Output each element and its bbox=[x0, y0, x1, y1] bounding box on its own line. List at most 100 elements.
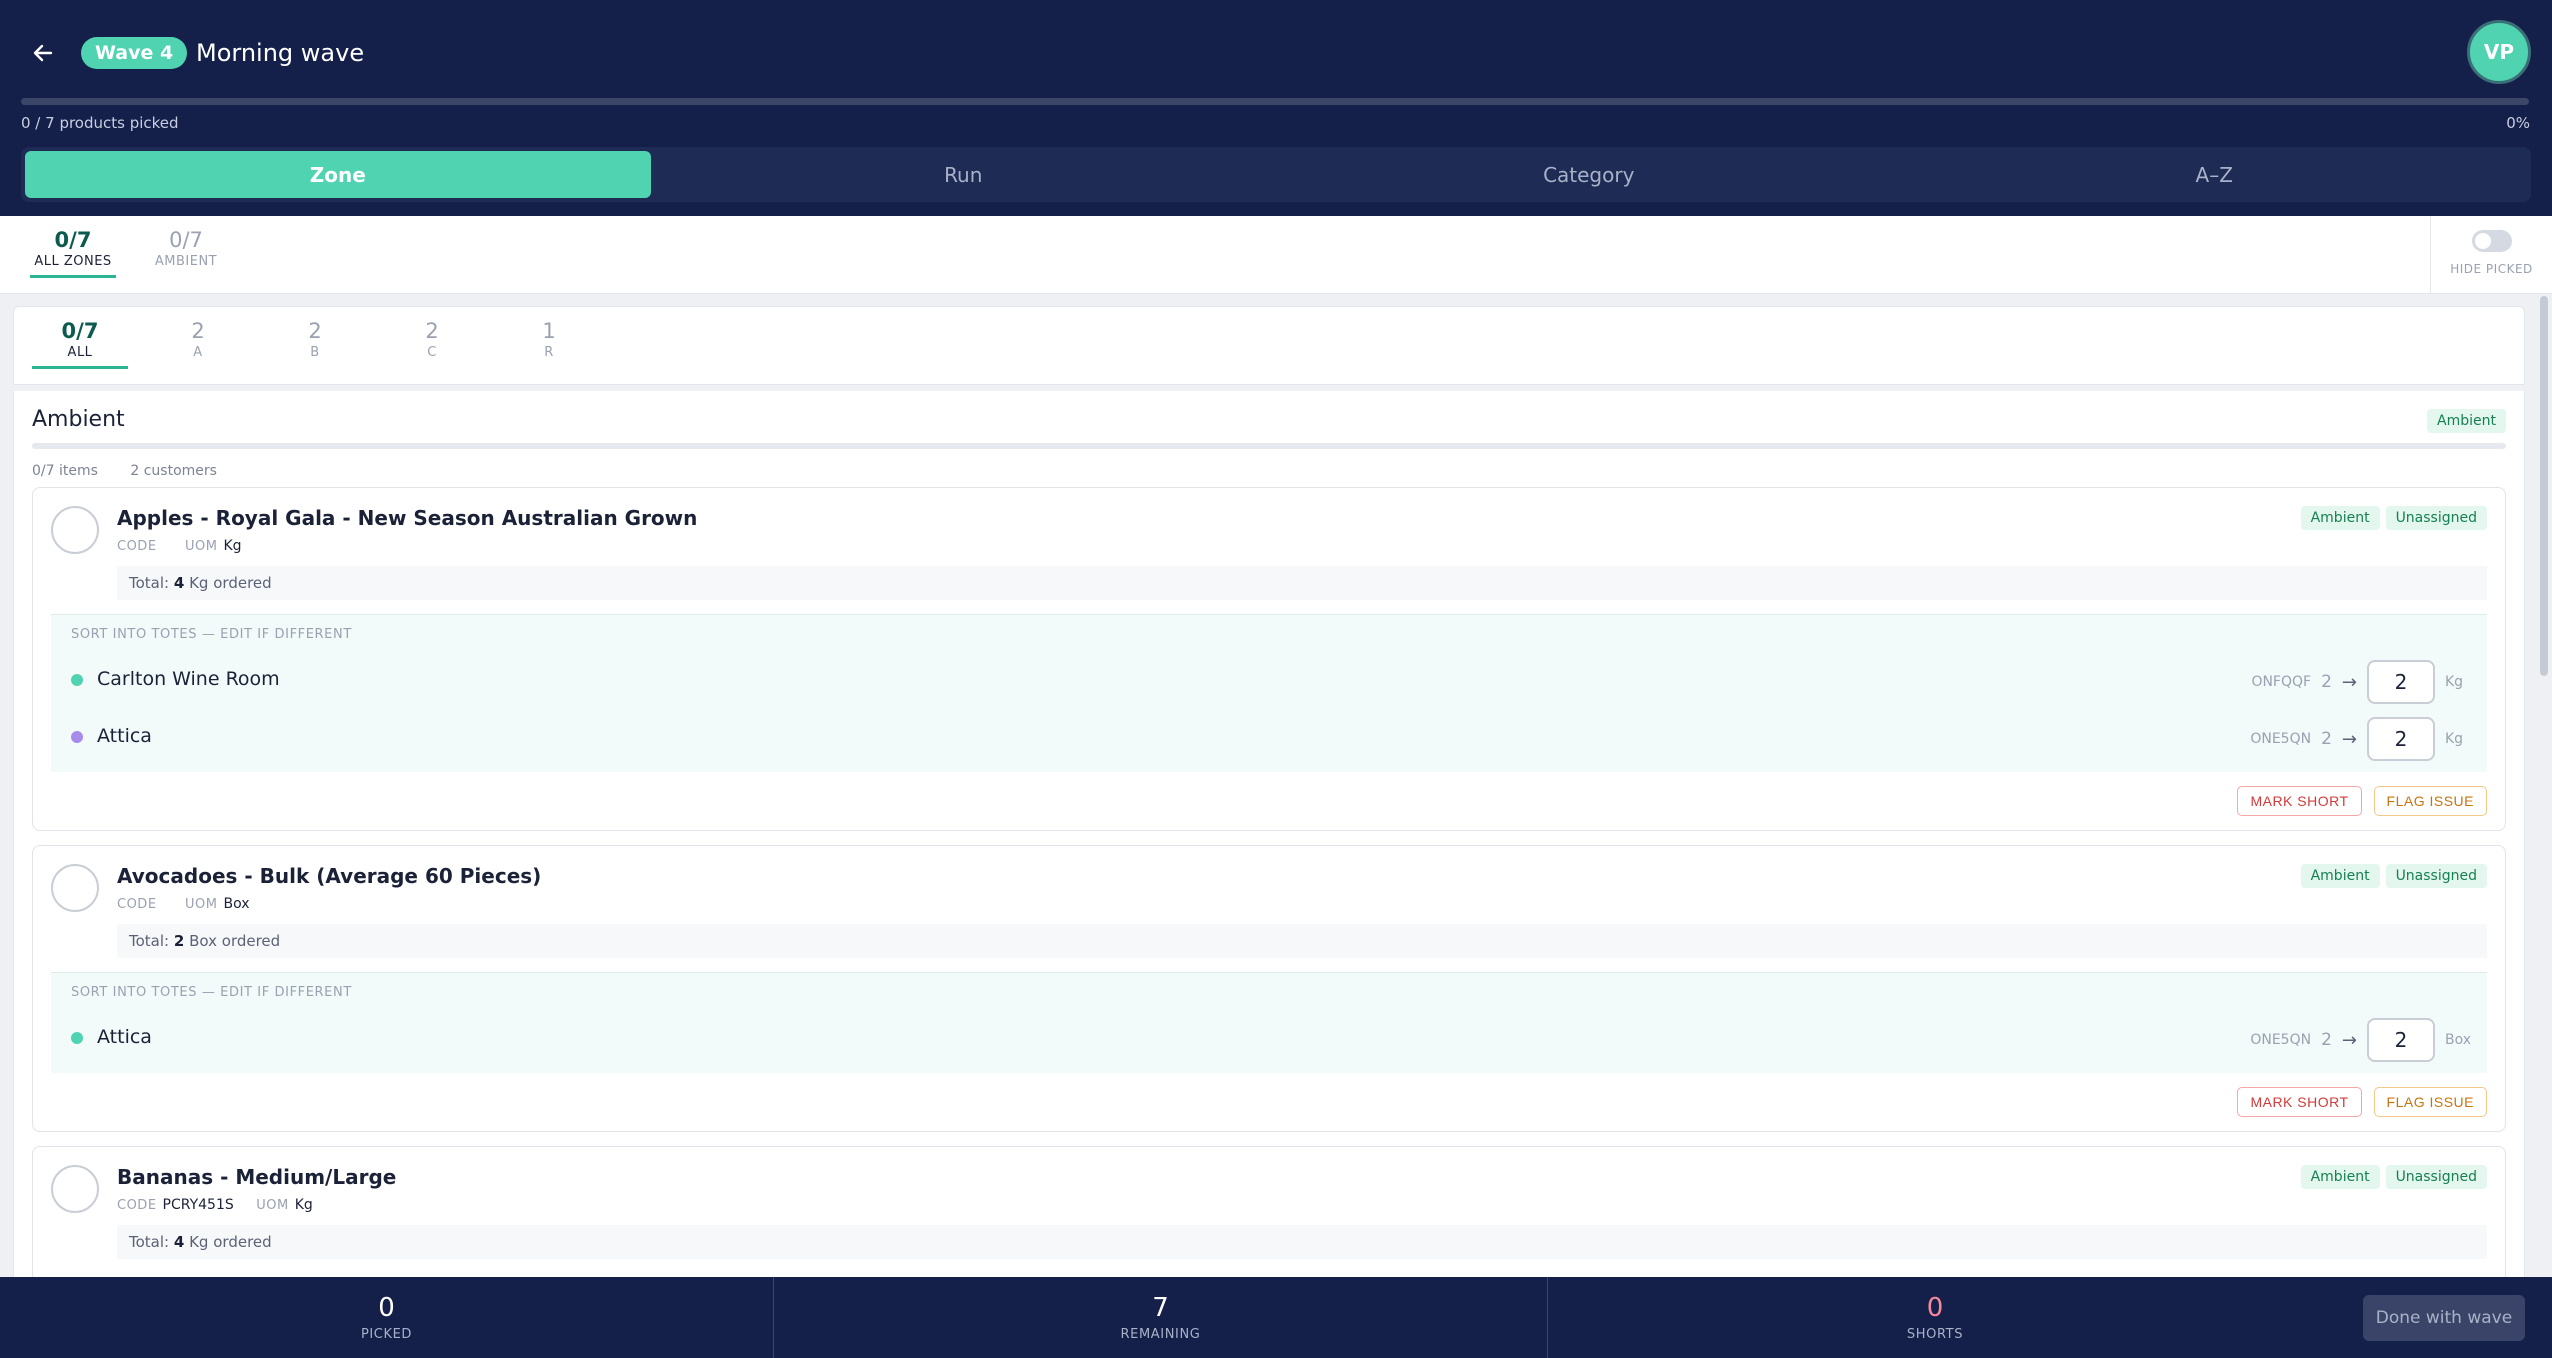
zone-name: Ambient bbox=[32, 407, 125, 432]
wave-header: Wave 4 Morning wave VP 0 / 7 products pi… bbox=[0, 0, 2552, 216]
hide-picked-toggle[interactable] bbox=[2471, 230, 2512, 252]
tote-qty-input[interactable] bbox=[2367, 717, 2435, 761]
scrollbar[interactable] bbox=[2536, 294, 2552, 1277]
aisle-tab-a[interactable]: 2 A bbox=[150, 319, 246, 360]
avatar[interactable]: VP bbox=[2467, 20, 2531, 84]
zone-tab-label: ALL ZONES bbox=[34, 254, 112, 269]
tab-category[interactable]: Category bbox=[1276, 151, 1902, 198]
aisle-tab-r[interactable]: 1 R bbox=[501, 319, 597, 360]
tote-code: ONFQQF bbox=[2251, 674, 2312, 690]
assignment-tag: Unassigned bbox=[2385, 1165, 2487, 1189]
zone-tab-ambient[interactable]: 0/7 AMBIENT bbox=[148, 228, 224, 269]
tote-ordered-qty: 2 bbox=[2321, 729, 2332, 749]
tote-customer: Carlton Wine Room bbox=[97, 668, 280, 690]
product-total: Total: 2 Box ordered bbox=[117, 924, 2487, 958]
zone-tag: Ambient bbox=[2427, 409, 2506, 433]
product-tags: Ambient Unassigned bbox=[2295, 506, 2487, 530]
aisle-tab-count: 2 bbox=[191, 319, 205, 343]
aisle-tab-c[interactable]: 2 C bbox=[384, 319, 480, 360]
zone-meta: 0/7 items 2 customers bbox=[32, 449, 2506, 487]
done-with-wave-button[interactable]: Done with wave bbox=[2363, 1295, 2525, 1341]
shorts-label: SHORTS bbox=[1906, 1327, 1964, 1342]
tote-qty-input[interactable] bbox=[2367, 660, 2435, 704]
mark-short-button[interactable]: MARK SHORT bbox=[2237, 1087, 2362, 1117]
tab-run[interactable]: Run bbox=[651, 151, 1277, 198]
flag-issue-button[interactable]: FLAG ISSUE bbox=[2373, 1087, 2487, 1117]
remaining-label: REMAINING bbox=[1120, 1327, 1201, 1342]
tote-customer: Attica bbox=[97, 1026, 152, 1048]
tote-uom: Box bbox=[2445, 1032, 2472, 1048]
aisle-tab-label: C bbox=[427, 345, 437, 360]
remaining-stat: 7 REMAINING bbox=[774, 1277, 1548, 1358]
arrow-right-icon: → bbox=[2341, 671, 2357, 693]
code-label: CODE bbox=[117, 897, 157, 912]
total-qty: 2 bbox=[173, 932, 185, 950]
total-prefix: Total: bbox=[129, 574, 170, 592]
tote-ordered-qty: 2 bbox=[2321, 1030, 2332, 1050]
arrow-right-icon: → bbox=[2341, 728, 2357, 750]
tab-zone[interactable]: Zone bbox=[25, 151, 651, 198]
product-total: Total: 4 Kg ordered bbox=[117, 566, 2487, 600]
tote-row: Attica ONE5QN 2 → Kg bbox=[71, 709, 2467, 766]
uom-label: UOM bbox=[256, 1198, 289, 1213]
total-qty: 4 bbox=[173, 1233, 185, 1251]
wave-badge: Wave 4 bbox=[81, 37, 188, 69]
total-uom: Box bbox=[189, 932, 217, 950]
back-button[interactable] bbox=[26, 36, 60, 70]
aisle-tab-b[interactable]: 2 B bbox=[267, 319, 363, 360]
product-actions: MARK SHORT FLAG ISSUE bbox=[33, 1073, 2505, 1131]
zone-customer-count: 2 customers bbox=[130, 463, 217, 479]
remaining-count: 7 bbox=[1152, 1293, 1169, 1323]
flag-issue-button[interactable]: FLAG ISSUE bbox=[2373, 786, 2487, 816]
arrow-left-icon bbox=[33, 44, 53, 62]
total-prefix: Total: bbox=[129, 1233, 170, 1251]
product-meta: CODE PCRY451S UOM Kg bbox=[117, 1197, 313, 1213]
zone-tab-count: 0/7 bbox=[169, 228, 203, 252]
tote-uom: Kg bbox=[2445, 731, 2464, 747]
tote-ordered-qty: 2 bbox=[2321, 672, 2332, 692]
assignment-tag: Unassigned bbox=[2385, 506, 2487, 530]
zone-tag: Ambient bbox=[2300, 1165, 2380, 1189]
zone-filter-bar: 0/7 ALL ZONES 0/7 AMBIENT HIDE PICKED bbox=[0, 216, 2552, 294]
tote-customer: Attica bbox=[97, 725, 152, 747]
arrow-right-icon: → bbox=[2341, 1029, 2357, 1051]
code-label: CODE bbox=[117, 539, 157, 554]
product-card: Avocadoes - Bulk (Average 60 Pieces) COD… bbox=[32, 845, 2506, 1132]
total-uom: Kg bbox=[189, 1233, 209, 1251]
picked-count: 0 bbox=[378, 1293, 395, 1323]
sort-tabs: Zone Run Category A–Z bbox=[21, 147, 2531, 202]
total-suffix: ordered bbox=[221, 932, 281, 950]
pick-checkbox[interactable] bbox=[51, 864, 99, 912]
aisle-tab-all[interactable]: 0/7 ALL bbox=[32, 319, 128, 369]
product-uom: Kg bbox=[223, 538, 242, 554]
code-label: CODE bbox=[117, 1198, 157, 1213]
zone-tab-all[interactable]: 0/7 ALL ZONES bbox=[30, 228, 116, 278]
tote-sort-panel: SORT INTO TOTES — EDIT IF DIFFERENT Atti… bbox=[51, 972, 2487, 1073]
progress-bar bbox=[21, 98, 2529, 105]
product-card: Apples - Royal Gala - New Season Austral… bbox=[32, 487, 2506, 831]
aisle-tabs: 0/7 ALL 2 A 2 B 2 C 1 R bbox=[13, 306, 2525, 385]
zone-panel: Ambient Ambient 0/7 items 2 customers Ap… bbox=[13, 391, 2525, 1277]
tab-a-z[interactable]: A–Z bbox=[1902, 151, 2528, 198]
zone-header: Ambient Ambient bbox=[32, 391, 2506, 443]
pick-checkbox[interactable] bbox=[51, 1165, 99, 1213]
tote-sort-panel: SORT INTO TOTES — EDIT IF DIFFERENT Carl… bbox=[51, 614, 2487, 772]
product-tags: Ambient Unassigned bbox=[2295, 1165, 2487, 1189]
aisle-tab-label: B bbox=[310, 345, 320, 360]
total-qty: 4 bbox=[173, 574, 185, 592]
zone-tab-label: AMBIENT bbox=[154, 254, 218, 269]
scrollbar-thumb[interactable] bbox=[2540, 296, 2548, 676]
assignment-tag: Unassigned bbox=[2385, 864, 2487, 888]
product-total: Total: 4 Kg ordered bbox=[117, 1225, 2487, 1259]
product-code: PCRY451S bbox=[162, 1197, 234, 1213]
tote-sort-title: SORT INTO TOTES — EDIT IF DIFFERENT bbox=[71, 985, 352, 1000]
tote-uom: Kg bbox=[2445, 674, 2464, 690]
product-card: Bananas - Medium/Large CODE PCRY451S UOM K… bbox=[32, 1146, 2506, 1277]
product-meta: CODE UOM Box bbox=[117, 896, 250, 912]
mark-short-button[interactable]: MARK SHORT bbox=[2237, 786, 2362, 816]
zone-tag: Ambient bbox=[2300, 864, 2380, 888]
pick-checkbox[interactable] bbox=[51, 506, 99, 554]
customer-dot-icon bbox=[71, 1032, 83, 1044]
tote-qty-input[interactable] bbox=[2367, 1018, 2435, 1062]
aisle-tab-count: 2 bbox=[308, 319, 322, 343]
